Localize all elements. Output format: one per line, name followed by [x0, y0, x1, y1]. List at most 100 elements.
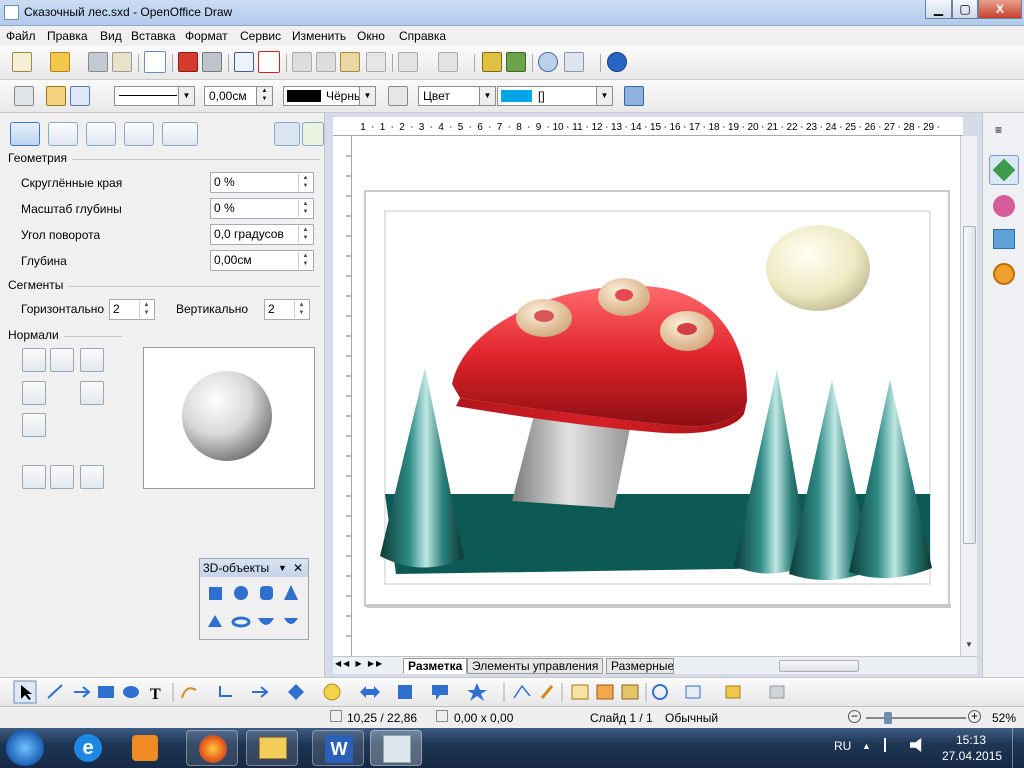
internet-explorer-icon[interactable]: e	[64, 730, 116, 766]
navigator-sidebar-icon[interactable]	[993, 263, 1015, 285]
gallery-icon[interactable]	[506, 52, 526, 72]
zoom-level[interactable]: 52%	[992, 711, 1016, 725]
perspective-icon[interactable]	[80, 465, 104, 489]
menu-modify[interactable]: Изменить	[292, 29, 346, 43]
navigator-icon[interactable]	[538, 52, 558, 72]
vertical-segments-input[interactable]: 2 ▲ ▼	[264, 299, 310, 320]
autospellcheck-icon[interactable]	[258, 51, 280, 73]
tray-chevron-icon[interactable]: ▲	[862, 741, 871, 751]
minimize-button[interactable]: ▁	[925, 0, 952, 19]
arrow-style-icon[interactable]	[70, 86, 90, 106]
zoom-out-icon[interactable]: −	[848, 710, 861, 723]
show-desktop-button[interactable]	[1012, 728, 1024, 768]
print-icon[interactable]	[202, 52, 222, 72]
spellcheck-icon[interactable]	[234, 52, 254, 72]
language-indicator[interactable]: RU	[834, 739, 851, 753]
horizontal-ruler[interactable]: 1 1 2 3 4 5 6 7 8 9 10 11 12 13 14 15 16 17 18 19 20 21 22 23 24…	[333, 117, 963, 136]
clock-time[interactable]: 15:13	[956, 733, 986, 747]
horizontal-scroll-thumb[interactable]	[779, 660, 859, 672]
fairy-forest-drawing[interactable]	[352, 136, 960, 656]
sidebar-menu-icon[interactable]: ≡	[995, 123, 1002, 137]
copy-icon[interactable]	[316, 52, 336, 72]
menu-format[interactable]: Формат	[185, 29, 228, 43]
depth-input[interactable]: 0,00см ▲ ▼	[210, 250, 314, 271]
convert-to-3d-icon[interactable]	[22, 465, 46, 489]
email-icon[interactable]	[112, 52, 132, 72]
cut-icon[interactable]	[292, 52, 312, 72]
menu-view[interactable]: Вид	[100, 29, 122, 43]
close-button[interactable]: X	[978, 0, 1022, 19]
textures-tab-icon[interactable]	[124, 122, 154, 146]
area-color-select[interactable]: [] ▼	[497, 86, 613, 106]
pipette-icon[interactable]	[274, 122, 300, 146]
area-fill-icon[interactable]	[388, 86, 408, 106]
paste-icon[interactable]	[340, 52, 360, 72]
action-center-icon[interactable]	[884, 738, 896, 752]
horizontal-segments-input[interactable]: 2 ▲ ▼	[109, 299, 155, 320]
shadow-icon[interactable]	[624, 86, 644, 106]
new-document-icon[interactable]	[12, 52, 32, 72]
undo-icon[interactable]	[398, 52, 418, 72]
menu-tools[interactable]: Сервис	[240, 29, 281, 43]
zoom-icon[interactable]	[564, 52, 584, 72]
export-pdf-icon[interactable]	[178, 52, 198, 72]
spherical-normals-icon[interactable]	[80, 348, 104, 372]
tab-dimension-lines[interactable]: Размерные	[606, 658, 674, 674]
menu-edit[interactable]: Правка	[47, 29, 88, 43]
menu-file[interactable]: Файл	[6, 29, 36, 43]
double-sided-icon[interactable]	[22, 413, 46, 437]
line-style-select[interactable]: ▼	[114, 86, 195, 106]
invert-normals-icon[interactable]	[22, 381, 46, 405]
zoom-in-icon[interactable]: +	[968, 710, 981, 723]
double-sided-illumination-icon[interactable]	[80, 381, 104, 405]
format-paintbrush-icon[interactable]	[366, 52, 386, 72]
explorer-icon[interactable]	[246, 730, 298, 766]
clock-date[interactable]: 27.04.2015	[942, 749, 1002, 763]
media-player-icon[interactable]	[120, 730, 172, 766]
menu-window[interactable]: Окно	[357, 29, 385, 43]
object-style-icon[interactable]	[14, 86, 34, 106]
properties-icon[interactable]	[989, 155, 1019, 185]
vertical-ruler[interactable]	[333, 136, 352, 656]
tab-navigation-icon[interactable]: ◀◀ ▶ ▶▶	[335, 659, 395, 673]
tab-layout[interactable]: Разметка	[403, 658, 468, 674]
maximize-button[interactable]: ▢	[952, 0, 978, 19]
styles-icon[interactable]	[993, 195, 1015, 217]
area-style-select[interactable]: Цвет ▼	[418, 86, 496, 106]
volume-icon[interactable]	[910, 738, 922, 752]
open-folder-icon[interactable]	[50, 52, 70, 72]
apply-checkmark-icon[interactable]	[302, 122, 324, 146]
vertical-scrollbar[interactable]: ▼	[960, 136, 977, 656]
close-icon[interactable]: ✕	[293, 559, 303, 577]
edit-file-icon[interactable]	[144, 51, 166, 73]
firefox-icon[interactable]	[186, 730, 238, 766]
rounded-edges-input[interactable]: 0 % ▲ ▼	[210, 172, 314, 193]
line-color-select[interactable]: Чёрнь ▼	[283, 86, 376, 106]
redo-icon[interactable]	[438, 52, 458, 72]
gallery-sidebar-icon[interactable]	[993, 229, 1015, 249]
start-button[interactable]	[6, 730, 44, 766]
depth-scale-input[interactable]: 0 % ▲ ▼	[210, 198, 314, 219]
object-specific-normals-icon[interactable]	[22, 348, 46, 372]
material-tab-icon[interactable]	[162, 122, 198, 146]
illumination-tab-icon[interactable]	[86, 122, 116, 146]
chart-icon[interactable]	[482, 52, 502, 72]
openoffice-draw-icon[interactable]	[370, 730, 422, 766]
word-icon[interactable]: W	[312, 730, 364, 766]
line-icon[interactable]	[46, 86, 66, 106]
line-width-input[interactable]: 0,00см ▲ ▼	[204, 86, 273, 106]
rotation-angle-input[interactable]: 0,0 градусов ▲ ▼	[210, 224, 314, 245]
3d-objects-titlebar[interactable]: 3D-объекты ▼ ✕	[200, 559, 308, 577]
menu-help[interactable]: Справка	[399, 29, 446, 43]
camera-tab-icon[interactable]	[48, 122, 78, 146]
geometry-tab-icon[interactable]	[10, 122, 40, 146]
convert-to-lathe-icon[interactable]	[50, 465, 74, 489]
save-icon[interactable]	[88, 52, 108, 72]
chevron-down-icon[interactable]: ▼	[278, 559, 287, 577]
scroll-down-icon[interactable]: ▼	[965, 640, 973, 649]
zoom-slider[interactable]	[866, 717, 966, 719]
vertical-scroll-thumb[interactable]	[963, 226, 976, 544]
menu-insert[interactable]: Вставка	[131, 29, 176, 43]
help-icon[interactable]	[607, 52, 627, 72]
drawing-canvas[interactable]	[352, 136, 960, 656]
